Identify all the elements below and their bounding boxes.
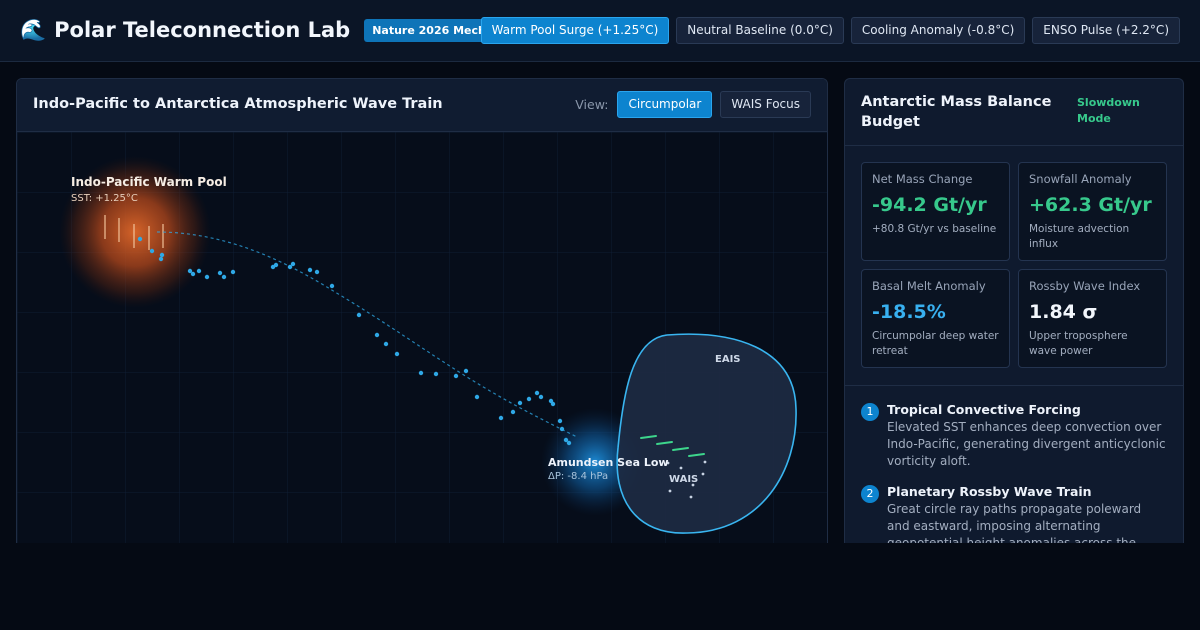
metric-snowfall-anomaly: Snowfall Anomaly +62.3 Gt/yr Moisture ad… (1018, 162, 1167, 261)
view-wais-focus-button[interactable]: WAIS Focus (720, 91, 811, 118)
top-bar: 🌊 Polar Teleconnection Lab Nature 2026 M… (0, 0, 1200, 62)
wave-train-map-panel: Indo-Pacific to Antarctica Atmospheric W… (16, 78, 828, 543)
scenario-enso-pulse-button[interactable]: ENSO Pulse (+2.2°C) (1032, 17, 1180, 44)
amundsen-low-label: Amundsen Sea Low (548, 456, 669, 469)
metric-basal-melt-anomaly: Basal Melt Anomaly -18.5% Circumpolar de… (861, 269, 1010, 368)
metric-value: 1.84 σ (1029, 301, 1098, 323)
step-title: Tropical Convective Forcing (887, 402, 1081, 417)
view-toggle: View: Circumpolar WAIS Focus (575, 91, 811, 118)
metric-value: -94.2 Gt/yr (872, 194, 987, 216)
app-title: Polar Teleconnection Lab (54, 18, 351, 42)
metric-sub: Circumpolar deep water retreat (872, 330, 999, 357)
view-label: View: (575, 97, 609, 112)
step-description: Elevated SST enhances deep convection ov… (887, 420, 1166, 468)
scenario-cooling-anomaly-button[interactable]: Cooling Anomaly (-0.8°C) (850, 17, 1026, 44)
map-panel-header: Indo-Pacific to Antarctica Atmospheric W… (17, 79, 827, 132)
mode-badge: Slowdown Mode (1077, 96, 1140, 125)
scenario-selector: Warm Pool Surge (+1.25°C) Neutral Baseli… (480, 17, 1180, 44)
scenario-neutral-baseline-button[interactable]: Neutral Baseline (0.0°C) (676, 17, 844, 44)
map-title: Indo-Pacific to Antarctica Atmospheric W… (33, 96, 443, 112)
view-circumpolar-button[interactable]: Circumpolar (617, 91, 713, 118)
metric-label: Snowfall Anomaly (1029, 172, 1132, 186)
wais-label: WAIS (669, 474, 698, 485)
metric-label: Basal Melt Anomaly (872, 279, 986, 293)
mechanism-step: 2 Planetary Rossby Wave Train Great circ… (861, 483, 1167, 543)
amundsen-low-pressure: ΔP: -8.4 hPa (548, 471, 608, 482)
step-number-badge: 2 (861, 485, 879, 503)
metric-sub: Upper troposphere wave power (1029, 330, 1128, 357)
metric-sub: +80.8 Gt/yr vs baseline (872, 223, 997, 235)
metric-sub: Moisture advection influx (1029, 223, 1130, 250)
eais-label: EAIS (715, 354, 741, 365)
scenario-warm-pool-surge-button[interactable]: Warm Pool Surge (+1.25°C) (480, 17, 670, 44)
wave-train-map[interactable]: Indo-Pacific Warm Pool SST: +1.25°C EAIS… (17, 132, 828, 543)
metric-net-mass-change: Net Mass Change -94.2 Gt/yr +80.8 Gt/yr … (861, 162, 1010, 261)
budget-header: Antarctic Mass Balance Budget Slowdown M… (845, 79, 1183, 146)
metric-label: Net Mass Change (872, 172, 973, 186)
brand: 🌊 Polar Teleconnection Lab Nature 2026 M… (20, 17, 531, 43)
mechanism-steps: 1 Tropical Convective Forcing Elevated S… (861, 401, 1167, 543)
metric-value: -18.5% (872, 301, 946, 323)
step-title: Planetary Rossby Wave Train (887, 484, 1092, 499)
step-description: Great circle ray paths propagate polewar… (887, 502, 1142, 543)
budget-title: Antarctic Mass Balance Budget (861, 94, 1052, 130)
metric-rossby-wave-index: Rossby Wave Index 1.84 σ Upper troposphe… (1018, 269, 1167, 368)
metric-value: +62.3 Gt/yr (1029, 194, 1152, 216)
wave-icon: 🌊 (20, 18, 47, 42)
metric-label: Rossby Wave Index (1029, 279, 1141, 293)
step-number-badge: 1 (861, 403, 879, 421)
mass-balance-panel: Antarctic Mass Balance Budget Slowdown M… (844, 78, 1184, 543)
mechanism-step: 1 Tropical Convective Forcing Elevated S… (861, 401, 1167, 470)
warm-pool-sst: SST: +1.25°C (71, 193, 138, 204)
panel-divider (845, 385, 1183, 386)
warm-pool-label: Indo-Pacific Warm Pool (71, 175, 227, 189)
metrics-grid: Net Mass Change -94.2 Gt/yr +80.8 Gt/yr … (861, 162, 1167, 368)
